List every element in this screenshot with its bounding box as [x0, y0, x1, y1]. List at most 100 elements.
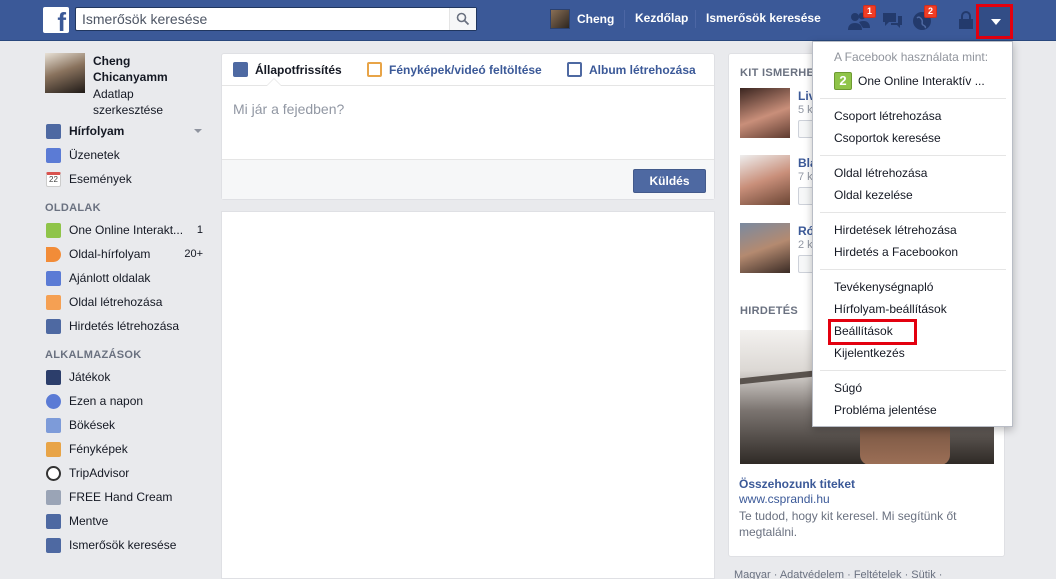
sidebar-item-label: FREE Hand Cream	[69, 490, 173, 504]
sidebar-item-label: Ezen a napon	[69, 394, 144, 408]
person-photo[interactable]	[740, 155, 790, 205]
tab-create-album[interactable]: Album létrehozása	[567, 62, 696, 77]
chevron-down-icon	[991, 19, 1001, 25]
sidebar-item-events[interactable]: 22 Események	[45, 167, 210, 191]
sidebar-item-label: Hirdetés létrehozása	[69, 319, 180, 333]
sidebar-item-create-page[interactable]: Oldal létrehozása	[45, 290, 210, 314]
sidebar-item-create-ad[interactable]: Hirdetés létrehozása	[45, 314, 210, 338]
divider	[820, 370, 1006, 371]
sidebar-item-label: Mentve	[69, 514, 109, 528]
top-profile-link[interactable]: Cheng	[550, 8, 614, 30]
facebook-logo-icon[interactable]: f	[43, 7, 69, 33]
menu-item-create-group[interactable]: Csoport létrehozása	[834, 109, 941, 123]
notifications-badge: 2	[924, 5, 938, 18]
sidebar-item-label: TripAdvisor	[69, 466, 130, 480]
chevron-down-icon[interactable]	[194, 129, 202, 133]
sidebar-item-on-this-day[interactable]: Ezen a napon	[45, 389, 210, 413]
sidebar-item-news-feed[interactable]: Hírfolyam	[45, 119, 210, 143]
ad-url[interactable]: www.csprandi.hu	[739, 492, 830, 506]
sidebar-item-label: Ajánlott oldalak	[69, 271, 151, 285]
menu-item-report-problem[interactable]: Probléma jelentése	[834, 403, 937, 417]
sidebar-item-suggested-pages[interactable]: Ajánlott oldalak	[45, 266, 210, 290]
status-input[interactable]: Mi jár a fejedben?	[233, 101, 344, 117]
apps-section-header: ALKALMAZÁSOK	[45, 349, 142, 361]
sidebar-item-label: One Online Interakt...	[69, 223, 184, 237]
search-input[interactable]	[76, 8, 446, 30]
tab-label: Fényképek/videó feltöltése	[389, 63, 542, 77]
tab-label: Állapotfrissítés	[255, 63, 342, 77]
person-mutual-friends: 7 k	[798, 171, 813, 183]
owl-icon	[46, 466, 61, 481]
menu-item-advertising[interactable]: Hirdetés a Facebookon	[834, 245, 958, 259]
photos-icon	[46, 442, 61, 457]
menu-item-activity-log[interactable]: Tevékenységnapló	[834, 280, 933, 294]
sidebar-item-messages[interactable]: Üzenetek	[45, 143, 210, 167]
sidebar-item-pokes[interactable]: Bökések	[45, 413, 210, 437]
menu-item-help[interactable]: Súgó	[834, 381, 862, 395]
sidebar-item-free-hand-cream[interactable]: FREE Hand Cream	[45, 485, 210, 509]
divider	[695, 10, 696, 28]
megaphone-icon	[46, 247, 61, 262]
person-photo[interactable]	[740, 88, 790, 138]
composer-tabs: Állapotfrissítés Fényképek/videó feltölt…	[222, 54, 714, 86]
tab-status-update[interactable]: Állapotfrissítés	[233, 62, 342, 77]
active-tab-indicator	[266, 78, 282, 86]
search-button[interactable]	[449, 8, 476, 30]
notifications-jewel[interactable]: 2	[910, 5, 938, 32]
news-feed-icon	[46, 124, 61, 139]
messages-jewel[interactable]	[880, 8, 904, 32]
profile-photo[interactable]	[45, 53, 85, 93]
menu-item-manage-pages[interactable]: Oldal kezelése	[834, 188, 913, 202]
tab-add-photo-video[interactable]: Fényképek/videó feltöltése	[367, 62, 542, 77]
friend-requests-jewel[interactable]: 1	[847, 5, 877, 32]
edit-profile-link[interactable]: Adatlap szerkesztése	[93, 86, 183, 118]
sidebar-item-find-friends[interactable]: Ismerősök keresése	[45, 533, 210, 557]
ad-title[interactable]: Összehozunk titeket	[739, 477, 855, 491]
use-facebook-as-header: A Facebook használata mint:	[834, 50, 989, 64]
status-composer: Állapotfrissítés Fényképek/videó feltölt…	[221, 53, 715, 200]
footer-links[interactable]: Magyar · Adatvédelem · Feltételek · Süti…	[734, 569, 942, 579]
menu-item-log-out[interactable]: Kijelentkezés	[834, 346, 905, 360]
sidebar-item-games[interactable]: Játékok	[45, 365, 210, 389]
find-friends-link[interactable]: Ismerősök keresése	[706, 11, 821, 25]
sidebar-item-page-one-online[interactable]: One Online Interakt... 1	[45, 218, 210, 242]
person-mutual-friends: 5 k	[798, 104, 813, 116]
sidebar-item-pages-feed[interactable]: Oldal-hírfolyam 20+	[45, 242, 210, 266]
menu-item-find-groups[interactable]: Csoportok keresése	[834, 131, 941, 145]
menu-item-news-feed-preferences[interactable]: Hírfolyam-beállítások	[834, 302, 947, 316]
sidebar-item-saved[interactable]: Mentve	[45, 509, 210, 533]
account-menu-button[interactable]	[976, 4, 1013, 39]
sidebar-item-label: Bökések	[69, 418, 116, 432]
top-user-name: Cheng	[577, 12, 615, 26]
left-sidebar: Cheng Chicanyamm Adatlap szerkesztése Hí…	[45, 53, 210, 557]
sidebar-item-count: 20+	[184, 248, 203, 260]
menu-item-switch-page[interactable]: One Online Interaktív ...	[858, 74, 985, 88]
friend-requests-badge: 1	[863, 5, 877, 18]
ad-text: Te tudod, hogy kit keresel. Mi segítünk …	[739, 509, 957, 539]
sidebar-item-label: Oldal-hírfolyam	[69, 247, 151, 261]
person-photo[interactable]	[740, 223, 790, 273]
poke-icon	[46, 418, 61, 433]
pencil-icon	[233, 62, 248, 77]
sidebar-item-label: Hírfolyam	[69, 124, 125, 138]
news-feed	[221, 211, 715, 579]
bar-chart-icon	[46, 319, 61, 334]
sponsored-header: HIRDETÉS	[740, 305, 799, 317]
account-dropdown-menu: A Facebook használata mint: 2 One Online…	[812, 41, 1013, 427]
messages-icon	[46, 148, 61, 163]
profile-name[interactable]: Cheng Chicanyamm	[93, 53, 183, 85]
search-box	[75, 7, 477, 31]
sidebar-item-photos[interactable]: Fényképek	[45, 437, 210, 461]
person-mutual-friends: 2 k	[798, 239, 813, 251]
menu-item-create-page[interactable]: Oldal létrehozása	[834, 166, 927, 180]
sidebar-item-label: Események	[69, 172, 132, 186]
search-icon	[456, 12, 470, 26]
friends-icon	[46, 538, 61, 553]
divider	[820, 155, 1006, 156]
home-link[interactable]: Kezdőlap	[635, 11, 688, 25]
menu-item-create-ads[interactable]: Hirdetések létrehozása	[834, 223, 957, 237]
divider	[624, 10, 625, 28]
post-button[interactable]: Küldés	[633, 169, 706, 193]
divider	[820, 212, 1006, 213]
sidebar-item-tripadvisor[interactable]: TripAdvisor	[45, 461, 210, 485]
